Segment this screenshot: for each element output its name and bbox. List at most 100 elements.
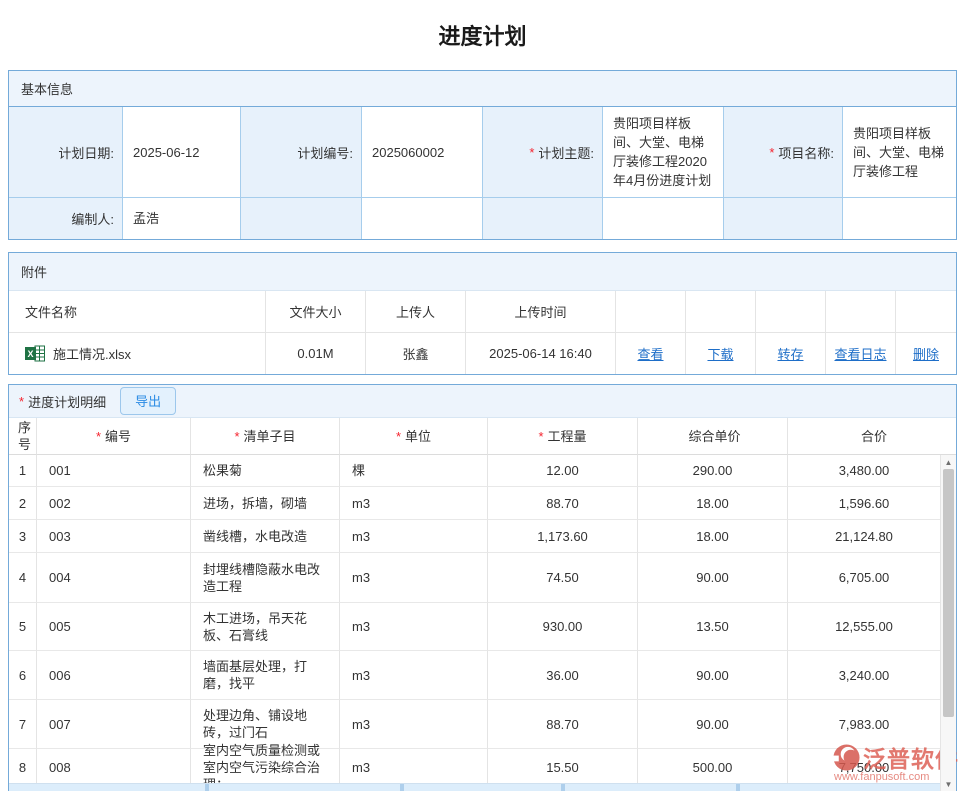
total-cell: 21,124.80 (788, 520, 940, 553)
uploader-column-header: 上传人 (366, 291, 466, 333)
item-cell: 松果菊 (191, 455, 340, 487)
attachment-row: X 施工情况.xlsx 0.01M 张鑫 2025-06-14 16:40 查看… (9, 333, 956, 374)
detail-row: 3 003 凿线槽，水电改造 m3 1,173.60 18.00 21,124.… (9, 520, 940, 553)
quantity-cell: 36.00 (488, 651, 638, 700)
export-button[interactable]: 导出 (120, 387, 176, 415)
code-cell: 003 (37, 520, 191, 553)
unit-cell: 棵 (340, 455, 488, 487)
action-column-header (826, 291, 896, 333)
unit-price-column-header: 综合单价 (638, 418, 788, 455)
unit-price-cell: 90.00 (638, 651, 788, 700)
save-as-link[interactable]: 转存 (777, 344, 803, 363)
quantity-cell: 88.70 (488, 700, 638, 749)
unit-cell: m3 (340, 749, 488, 786)
item-cell: 进场，拆墙，砌墙 (191, 487, 340, 520)
total-column-header: 合价 (788, 418, 956, 455)
serial-cell: 6 (9, 651, 37, 700)
unit-cell: m3 (340, 520, 488, 553)
detail-row: 2 002 进场，拆墙，砌墙 m3 88.70 18.00 1,596.60 (9, 487, 940, 520)
detail-table-body: 1 001 松果菊 棵 12.00 290.00 3,480.00 2 002 … (9, 455, 940, 786)
code-cell: 001 (37, 455, 191, 487)
quantity-cell: 15.50 (488, 749, 638, 786)
action-column-header (686, 291, 756, 333)
detail-section: * 进度计划明细 导出 序号 *编号 *清单子目 *单位 *工程量 综合单价 合… (8, 384, 957, 791)
plan-date-label: 计划日期: (9, 107, 123, 198)
action-cell: 下载 (686, 333, 756, 374)
total-cell: 3,240.00 (788, 651, 940, 700)
compiler-label: 编制人: (9, 198, 123, 239)
serial-cell: 5 (9, 603, 37, 651)
basic-info-header: 基本信息 (9, 71, 956, 107)
total-cell: 1,596.60 (788, 487, 940, 520)
plan-no-label: 计划编号: (241, 107, 362, 198)
basic-info-section: 基本信息 计划日期: 2025-06-12 计划编号: 2025060002 *… (8, 70, 957, 240)
view-log-link[interactable]: 查看日志 (834, 344, 886, 363)
file-size-column-header: 文件大小 (266, 291, 366, 333)
detail-row: 4 004 封埋线槽隐蔽水电改造工程 m3 74.50 90.00 6,705.… (9, 553, 940, 603)
scroll-down-arrow-icon[interactable]: ▼ (941, 777, 956, 791)
attachments-title: 附件 (21, 262, 47, 281)
view-file-link[interactable]: 查看 (637, 344, 663, 363)
quantity-cell: 88.70 (488, 487, 638, 520)
next-row-partial (9, 783, 940, 791)
basic-info-grid: 计划日期: 2025-06-12 计划编号: 2025060002 * 计划主题… (9, 107, 956, 239)
upload-time-cell: 2025-06-14 16:40 (466, 333, 616, 374)
empty-value-cell (362, 198, 483, 239)
unit-price-cell: 500.00 (638, 749, 788, 786)
download-file-link[interactable]: 下载 (707, 344, 733, 363)
quantity-cell: 12.00 (488, 455, 638, 487)
unit-cell: m3 (340, 651, 488, 700)
attachments-section: 附件 文件名称 文件大小 上传人 上传时间 X 施工情况 (8, 252, 957, 375)
unit-cell: m3 (340, 700, 488, 749)
scrollbar-thumb[interactable] (943, 469, 954, 717)
excel-file-icon: X (25, 345, 45, 362)
unit-price-cell: 18.00 (638, 520, 788, 553)
serial-cell: 7 (9, 700, 37, 749)
code-cell: 002 (37, 487, 191, 520)
quantity-cell: 1,173.60 (488, 520, 638, 553)
empty-value-cell (843, 198, 956, 239)
action-column-header (756, 291, 826, 333)
plan-subject-value: 贵阳项目样板间、大堂、电梯厅装修工程2020年4月份进度计划 (603, 107, 724, 198)
item-cell: 室内空气质量检测或室内空气污染综合治理； (191, 749, 340, 786)
detail-row: 8 008 室内空气质量检测或室内空气污染综合治理； m3 15.50 500.… (9, 749, 940, 786)
unit-price-cell: 90.00 (638, 553, 788, 603)
file-name-text: 施工情况.xlsx (53, 344, 131, 363)
code-cell: 005 (37, 603, 191, 651)
total-cell: 12,555.00 (788, 603, 940, 651)
detail-title: 进度计划明细 (28, 392, 106, 411)
unit-cell: m3 (340, 603, 488, 651)
total-cell: 7,983.00 (788, 700, 940, 749)
project-name-label: * 项目名称: (724, 107, 843, 198)
scroll-up-arrow-icon[interactable]: ▲ (941, 455, 956, 469)
action-cell: 查看 (616, 333, 686, 374)
detail-table-header: 序号 *编号 *清单子目 *单位 *工程量 综合单价 合价 (9, 418, 956, 455)
quantity-cell: 74.50 (488, 553, 638, 603)
upload-time-column-header: 上传时间 (466, 291, 616, 333)
action-column-header (896, 291, 956, 333)
plan-subject-label: * 计划主题: (483, 107, 603, 198)
svg-text:X: X (27, 349, 33, 359)
unit-price-cell: 18.00 (638, 487, 788, 520)
file-name-column-header: 文件名称 (9, 291, 266, 333)
detail-header: * 进度计划明细 导出 (9, 385, 956, 418)
unit-column-header: *单位 (340, 418, 488, 455)
code-cell: 008 (37, 749, 191, 786)
code-column-header: *编号 (37, 418, 191, 455)
delete-file-link[interactable]: 删除 (913, 344, 939, 363)
action-cell: 查看日志 (826, 333, 896, 374)
total-cell: 7,750.00 (788, 749, 940, 786)
item-column-header: *清单子目 (191, 418, 340, 455)
unit-price-cell: 290.00 (638, 455, 788, 487)
unit-cell: m3 (340, 553, 488, 603)
serial-cell: 8 (9, 749, 37, 786)
code-cell: 006 (37, 651, 191, 700)
vertical-scrollbar[interactable]: ▲ ▼ (940, 455, 956, 791)
serial-cell: 3 (9, 520, 37, 553)
plan-date-value: 2025-06-12 (123, 107, 241, 198)
unit-price-cell: 90.00 (638, 700, 788, 749)
empty-label-cell (483, 198, 603, 239)
quantity-cell: 930.00 (488, 603, 638, 651)
item-cell: 封埋线槽隐蔽水电改造工程 (191, 553, 340, 603)
code-cell: 007 (37, 700, 191, 749)
